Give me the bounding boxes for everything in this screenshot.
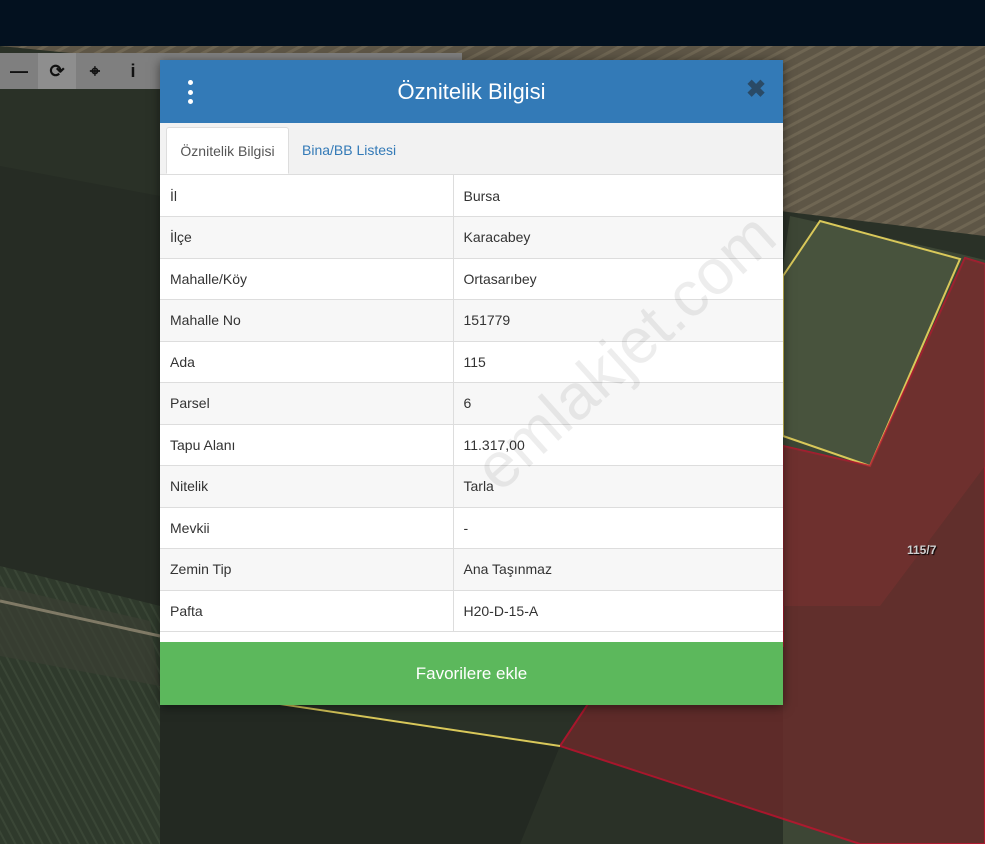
attribute-key: Mahalle/Köy (160, 258, 454, 300)
attribute-value: 115 (453, 341, 783, 383)
parcel-label: 115/7 (907, 543, 937, 557)
table-row: Parsel 6 (160, 382, 783, 425)
table-row: Tapu Alanı 11.317,00 (160, 424, 783, 466)
table-row: Pafta H20-D-15-A (160, 590, 783, 632)
attribute-value: H20-D-15-A (453, 590, 783, 632)
attribute-table: İl Bursa İlçe Karacabey Mahalle/Köy Ortasar… (160, 175, 783, 632)
attribute-key: Ada (160, 341, 454, 383)
attribute-value: Ortasarıbey (453, 258, 783, 300)
table-row: Mevkii - (160, 507, 783, 549)
attribute-key: Zemin Tip (160, 548, 454, 591)
table-row: Mahalle No 151779 (160, 299, 783, 342)
attribute-key: İlçe (160, 216, 454, 259)
table-row: İlçe Karacabey (160, 216, 783, 259)
attribute-key: Nitelik (160, 465, 454, 508)
tab-attribute-info[interactable]: Öznitelik Bilgisi (166, 127, 289, 174)
attribute-key: İl (160, 175, 454, 217)
attribute-value: Tarla (453, 465, 783, 508)
attribute-value: Karacabey (453, 216, 783, 259)
attribute-key: Pafta (160, 590, 454, 632)
attribute-value: 6 (453, 382, 783, 425)
locate-icon[interactable]: ⌖ (76, 53, 114, 89)
attribute-value: 151779 (453, 299, 783, 342)
top-navbar (0, 0, 985, 46)
attribute-value: Bursa (453, 175, 783, 217)
table-row: Mahalle/Köy Ortasarıbey (160, 258, 783, 300)
attribute-key: Mevkii (160, 507, 454, 549)
add-favorite-button[interactable]: Favorilere ekle (160, 642, 783, 705)
info-icon[interactable]: i (114, 53, 152, 89)
tab-bar: Öznitelik Bilgisi Bina/BB Listesi (160, 123, 783, 175)
attribute-value: 11.317,00 (453, 424, 783, 466)
table-row: Zemin Tip Ana Taşınmaz (160, 548, 783, 591)
zoom-out-icon[interactable]: — (0, 53, 38, 89)
close-icon[interactable]: ✖ (745, 78, 767, 102)
table-row: Nitelik Tarla (160, 465, 783, 508)
attribute-key: Mahalle No (160, 299, 454, 342)
dialog-title: Öznitelik Bilgisi (397, 78, 546, 104)
attribute-value: Ana Taşınmaz (453, 548, 783, 591)
dialog-header: Öznitelik Bilgisi ✖ (160, 60, 783, 123)
table-row: Ada 115 (160, 341, 783, 383)
table-row: İl Bursa (160, 175, 783, 217)
refresh-icon[interactable]: ⟳ (38, 53, 76, 89)
tab-building-list[interactable]: Bina/BB Listesi (292, 127, 406, 174)
attribute-key: Parsel (160, 382, 454, 425)
attribute-dialog: Öznitelik Bilgisi ✖ Öznitelik Bilgisi Bi… (160, 60, 789, 705)
attribute-value: - (453, 507, 783, 549)
menu-icon[interactable] (182, 80, 198, 104)
attribute-key: Tapu Alanı (160, 424, 454, 466)
